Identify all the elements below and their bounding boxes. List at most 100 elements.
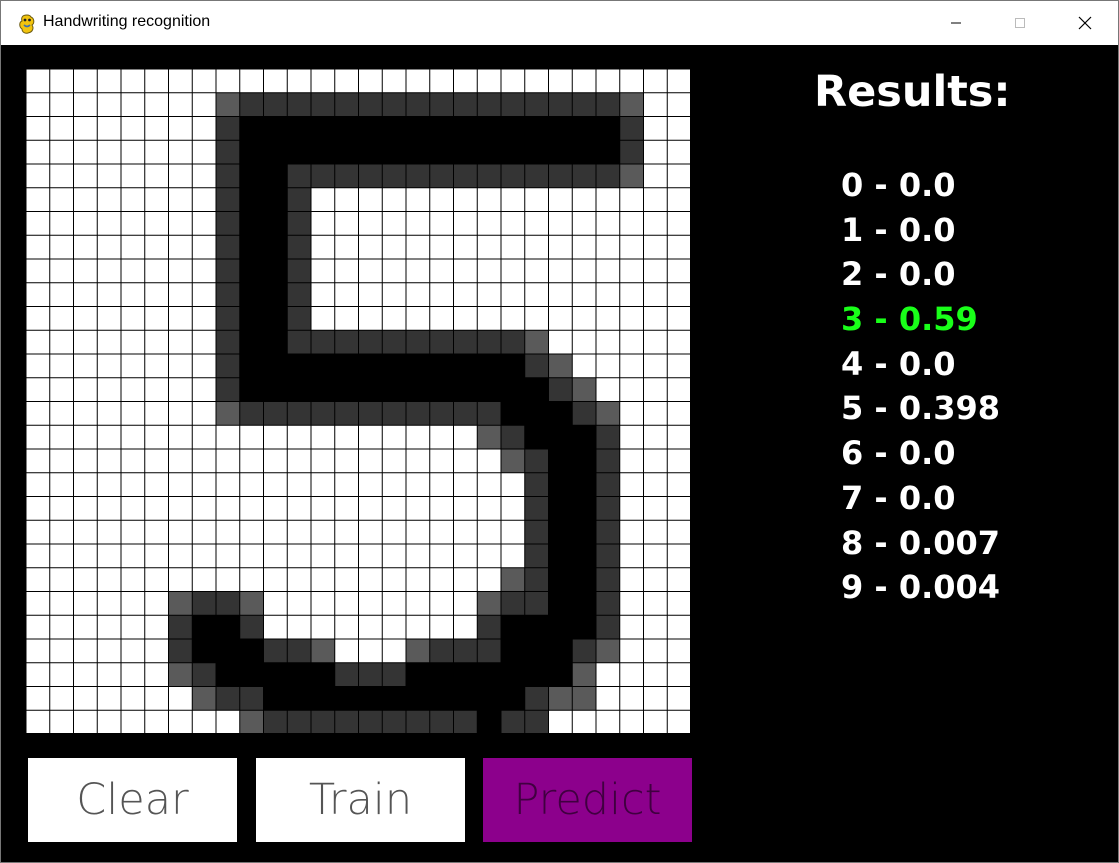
canvas-pixel[interactable] xyxy=(334,401,359,426)
canvas-pixel[interactable] xyxy=(311,639,335,663)
canvas-pixel[interactable] xyxy=(548,449,573,473)
canvas-pixel[interactable] xyxy=(429,330,454,354)
canvas-pixel[interactable] xyxy=(334,164,359,188)
canvas-pixel[interactable] xyxy=(263,377,288,402)
canvas-pixel[interactable] xyxy=(596,116,620,141)
canvas-pixel[interactable] xyxy=(263,92,288,117)
canvas-pixel[interactable] xyxy=(429,377,454,402)
canvas-pixel[interactable] xyxy=(358,164,383,188)
canvas-pixel[interactable] xyxy=(596,425,620,449)
close-button[interactable] xyxy=(1062,1,1108,45)
canvas-pixel[interactable] xyxy=(477,164,501,188)
canvas-pixel[interactable] xyxy=(239,306,264,331)
canvas-pixel[interactable] xyxy=(239,282,264,307)
canvas-pixel[interactable] xyxy=(287,140,311,164)
canvas-pixel[interactable] xyxy=(477,377,501,402)
canvas-pixel[interactable] xyxy=(477,591,501,616)
canvas-pixel[interactable] xyxy=(239,116,264,141)
canvas-pixel[interactable] xyxy=(263,662,288,687)
canvas-pixel[interactable] xyxy=(263,140,288,164)
canvas-pixel[interactable] xyxy=(477,639,501,663)
canvas-pixel[interactable] xyxy=(358,401,383,426)
canvas-pixel[interactable] xyxy=(501,116,525,141)
canvas-pixel[interactable] xyxy=(429,639,454,663)
canvas-pixel[interactable] xyxy=(572,116,596,141)
canvas-pixel[interactable] xyxy=(596,92,620,117)
canvas-pixel[interactable] xyxy=(501,401,525,426)
canvas-pixel[interactable] xyxy=(263,306,288,331)
canvas-pixel[interactable] xyxy=(548,662,573,687)
canvas-pixel[interactable] xyxy=(216,639,240,663)
canvas-pixel[interactable] xyxy=(239,259,264,283)
canvas-pixel[interactable] xyxy=(216,92,240,117)
canvas-pixel[interactable] xyxy=(596,544,620,568)
canvas-pixel[interactable] xyxy=(334,116,359,141)
canvas-pixel[interactable] xyxy=(311,401,335,426)
canvas-pixel[interactable] xyxy=(168,639,193,663)
canvas-pixel[interactable] xyxy=(596,639,620,663)
canvas-pixel[interactable] xyxy=(501,164,525,188)
canvas-pixel[interactable] xyxy=(501,449,525,473)
canvas-pixel[interactable] xyxy=(263,330,288,354)
canvas-pixel[interactable] xyxy=(239,591,264,616)
canvas-pixel[interactable] xyxy=(453,377,478,402)
canvas-pixel[interactable] xyxy=(263,235,288,259)
title-bar[interactable]: Handwriting recognition xyxy=(1,1,1118,45)
canvas-pixel[interactable] xyxy=(406,401,430,426)
canvas-pixel[interactable] xyxy=(168,615,193,639)
canvas-pixel[interactable] xyxy=(572,164,596,188)
canvas-pixel[interactable] xyxy=(216,330,240,354)
canvas-pixel[interactable] xyxy=(548,140,573,164)
canvas-pixel[interactable] xyxy=(596,472,620,497)
canvas-pixel[interactable] xyxy=(477,92,501,117)
canvas-pixel[interactable] xyxy=(524,496,549,521)
canvas-pixel[interactable] xyxy=(358,686,383,711)
canvas-pixel[interactable] xyxy=(572,591,596,616)
canvas-pixel[interactable] xyxy=(382,377,406,402)
canvas-pixel[interactable] xyxy=(239,140,264,164)
canvas-pixel[interactable] xyxy=(548,116,573,141)
canvas-pixel[interactable] xyxy=(287,710,311,734)
canvas-pixel[interactable] xyxy=(311,330,335,354)
canvas-pixel[interactable] xyxy=(524,116,549,141)
canvas-pixel[interactable] xyxy=(453,686,478,711)
canvas-pixel[interactable] xyxy=(572,496,596,521)
canvas-pixel[interactable] xyxy=(477,686,501,711)
canvas-pixel[interactable] xyxy=(239,330,264,354)
canvas-pixel[interactable] xyxy=(239,401,264,426)
canvas-pixel[interactable] xyxy=(429,140,454,164)
canvas-pixel[interactable] xyxy=(239,377,264,402)
canvas-pixel[interactable] xyxy=(216,686,240,711)
canvas-pixel[interactable] xyxy=(619,92,644,117)
canvas-pixel[interactable] xyxy=(572,686,596,711)
canvas-pixel[interactable] xyxy=(477,425,501,449)
canvas-pixel[interactable] xyxy=(429,662,454,687)
canvas-pixel[interactable] xyxy=(263,187,288,212)
canvas-pixel[interactable] xyxy=(287,662,311,687)
canvas-pixel[interactable] xyxy=(287,282,311,307)
canvas-pixel[interactable] xyxy=(382,330,406,354)
canvas-pixel[interactable] xyxy=(524,354,549,378)
canvas-pixel[interactable] xyxy=(548,567,573,592)
canvas-pixel[interactable] xyxy=(358,116,383,141)
canvas-pixel[interactable] xyxy=(524,377,549,402)
canvas-pixel[interactable] xyxy=(453,140,478,164)
canvas-pixel[interactable] xyxy=(168,591,193,616)
canvas-pixel[interactable] xyxy=(287,401,311,426)
canvas-pixel[interactable] xyxy=(596,615,620,639)
canvas-pixel[interactable] xyxy=(477,330,501,354)
canvas-pixel[interactable] xyxy=(548,164,573,188)
canvas-pixel[interactable] xyxy=(382,686,406,711)
canvas-pixel[interactable] xyxy=(406,686,430,711)
canvas-pixel[interactable] xyxy=(548,401,573,426)
canvas-pixel[interactable] xyxy=(501,92,525,117)
canvas-pixel[interactable] xyxy=(429,116,454,141)
canvas-pixel[interactable] xyxy=(477,354,501,378)
canvas-pixel[interactable] xyxy=(429,686,454,711)
canvas-pixel[interactable] xyxy=(524,686,549,711)
canvas-pixel[interactable] xyxy=(596,164,620,188)
canvas-pixel[interactable] xyxy=(477,662,501,687)
canvas-pixel[interactable] xyxy=(406,662,430,687)
canvas-pixel[interactable] xyxy=(572,520,596,544)
canvas-pixel[interactable] xyxy=(287,164,311,188)
